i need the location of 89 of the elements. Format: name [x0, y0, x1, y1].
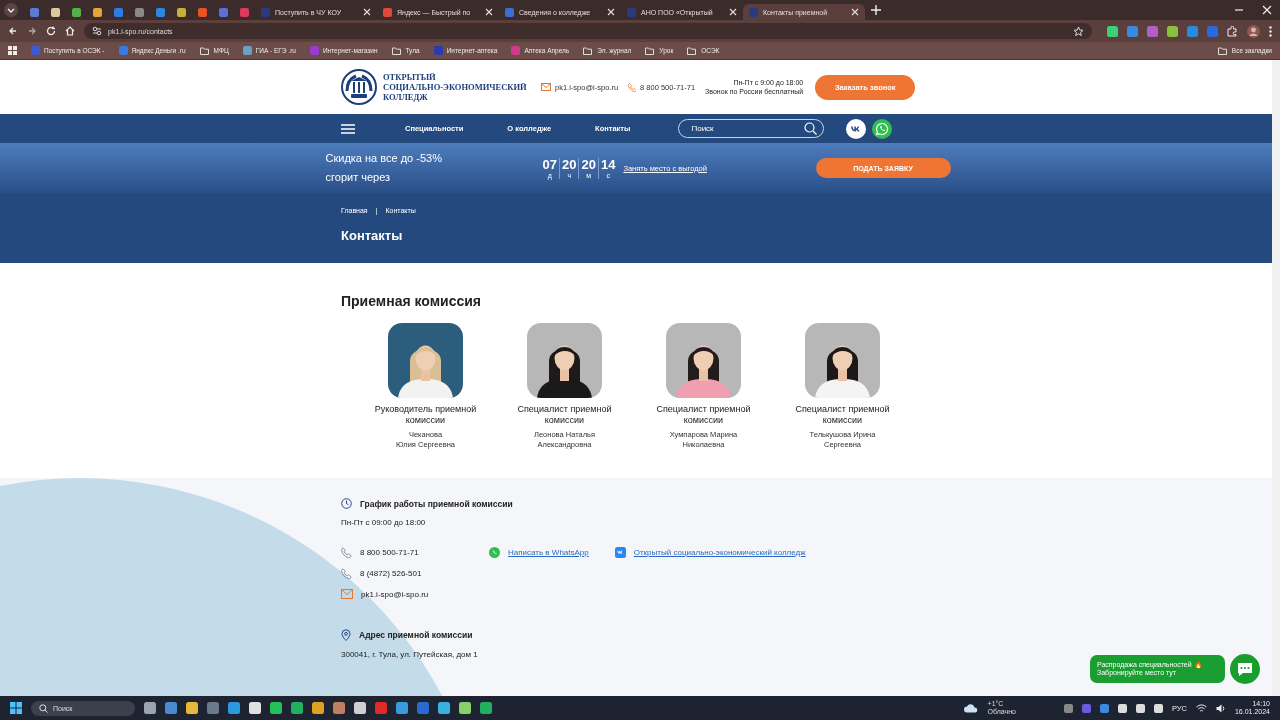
back-icon[interactable]: [8, 26, 18, 36]
taskbar-app-icon[interactable]: [417, 702, 429, 714]
whatsapp-link[interactable]: Написать в WhatsApp: [508, 548, 589, 557]
new-tab-icon[interactable]: [871, 5, 881, 15]
close-icon[interactable]: [485, 8, 493, 16]
volume-icon[interactable]: [1215, 703, 1226, 713]
discount-text: Скидка на все до -53% сгорит через: [325, 151, 443, 185]
schedule-text: Пн-Пт с 09:00 до 18:00: [341, 518, 427, 527]
taskbar-app-icon[interactable]: [354, 702, 366, 714]
puzzle-icon[interactable]: [1227, 25, 1238, 37]
extension-icon[interactable]: [1107, 25, 1118, 37]
wifi-icon[interactable]: [1195, 703, 1207, 713]
taskbar-app-icon[interactable]: [291, 702, 303, 714]
apps-grid-icon[interactable]: [8, 46, 17, 55]
scrollbar[interactable]: [1272, 60, 1280, 696]
person-role: Специалист приемной комиссии: [655, 404, 752, 426]
search-field[interactable]: Поиск: [678, 119, 825, 138]
folder-icon: [583, 45, 594, 56]
folder-icon: [687, 45, 698, 56]
vk-icon: [614, 547, 626, 558]
countdown-value: 07: [542, 157, 557, 172]
search-icon[interactable]: [804, 122, 818, 135]
more-icon[interactable]: [1269, 25, 1272, 37]
mail-icon: [341, 589, 353, 599]
home-icon[interactable]: [65, 26, 75, 36]
menu-icon[interactable]: [341, 123, 355, 134]
site-info-icon[interactable]: [92, 26, 102, 36]
taskbar-app-icon[interactable]: [438, 702, 450, 714]
page-title: Контакты: [341, 228, 404, 243]
college-emblem-icon: [341, 69, 377, 105]
chat-button-icon[interactable]: [1230, 654, 1260, 684]
taskbar-app-icon[interactable]: [165, 702, 177, 714]
phone-number: 8 800 500-71-71: [360, 548, 419, 557]
search-icon: [39, 703, 48, 713]
folder-icon: [391, 45, 402, 56]
taskbar-app-icon[interactable]: [270, 702, 282, 714]
taskbar-app-icon[interactable]: [228, 702, 240, 714]
vk-icon[interactable]: [846, 118, 867, 139]
phone-icon: [341, 547, 352, 558]
address-text: 300041, г. Тула, ул. Путейская, дом 1: [341, 650, 479, 659]
person-role: Специалист приемной комиссии: [794, 404, 891, 426]
person-role: Руководитель приемной комиссии: [373, 404, 478, 426]
taskbar-app-icon[interactable]: [312, 702, 324, 714]
section-title: Приемная комиссия: [341, 293, 482, 309]
forward-icon[interactable]: [27, 26, 37, 36]
taskbar-app-icon[interactable]: [144, 702, 156, 714]
clock-icon: [341, 498, 352, 509]
college-name: ОТКРЫТЫЙ СОЦИАЛЬНО-ЭКОНОМИЧЕСКИЙ КОЛЛЕДЖ: [383, 72, 527, 102]
taskbar-app-icon[interactable]: [480, 702, 492, 714]
taskbar-app-icon[interactable]: [186, 702, 198, 714]
extension-icon[interactable]: [1167, 25, 1178, 37]
star-icon[interactable]: [1073, 25, 1084, 37]
cloud-icon[interactable]: [962, 703, 979, 713]
phone-icon: [341, 568, 352, 579]
location-pin-icon: [341, 629, 351, 641]
taskbar-app-icon[interactable]: [207, 702, 219, 714]
taskbar-app-icon[interactable]: [375, 702, 387, 714]
whatsapp-icon: [489, 547, 500, 558]
extension-icon[interactable]: [1187, 25, 1198, 37]
extension-icon[interactable]: [1147, 25, 1158, 37]
profile-avatar-icon[interactable]: [1247, 24, 1260, 38]
close-icon[interactable]: [363, 8, 371, 16]
close-icon[interactable]: [851, 8, 859, 16]
taskbar-app-icon[interactable]: [459, 702, 471, 714]
countdown-value: 14: [600, 157, 616, 172]
vk-link[interactable]: Открытый социально-экономический колледж: [633, 548, 806, 557]
phone-icon: [628, 82, 637, 92]
folder-icon: [1217, 45, 1228, 56]
extension-icon[interactable]: [1127, 25, 1138, 37]
tab-list-icon[interactable]: [4, 3, 18, 17]
close-icon[interactable]: [607, 8, 615, 16]
taskbar-app-icon[interactable]: [333, 702, 345, 714]
person-role: Специалист приемной комиссии: [516, 404, 613, 426]
mail-icon: [541, 83, 551, 91]
phone-number: 8 (4872) 526-501: [360, 569, 422, 578]
address-heading: Адрес приемной комиссии: [359, 630, 473, 640]
taskbar-app-icon[interactable]: [396, 702, 408, 714]
email-address: pk1.i-spo@i-spo.ru: [361, 589, 429, 599]
folder-icon: [199, 45, 210, 56]
reload-icon[interactable]: [46, 26, 56, 36]
folder-icon: [645, 45, 656, 56]
countdown-value: 20: [581, 157, 596, 172]
windows-start-icon[interactable]: [10, 702, 22, 714]
taskbar-app-icon[interactable]: [249, 702, 261, 714]
close-icon[interactable]: [1262, 5, 1272, 15]
close-icon[interactable]: [729, 8, 737, 16]
countdown-value: 20: [561, 157, 577, 172]
whatsapp-icon[interactable]: [872, 118, 893, 139]
schedule-heading: График работы приемной комиссии: [360, 498, 513, 509]
